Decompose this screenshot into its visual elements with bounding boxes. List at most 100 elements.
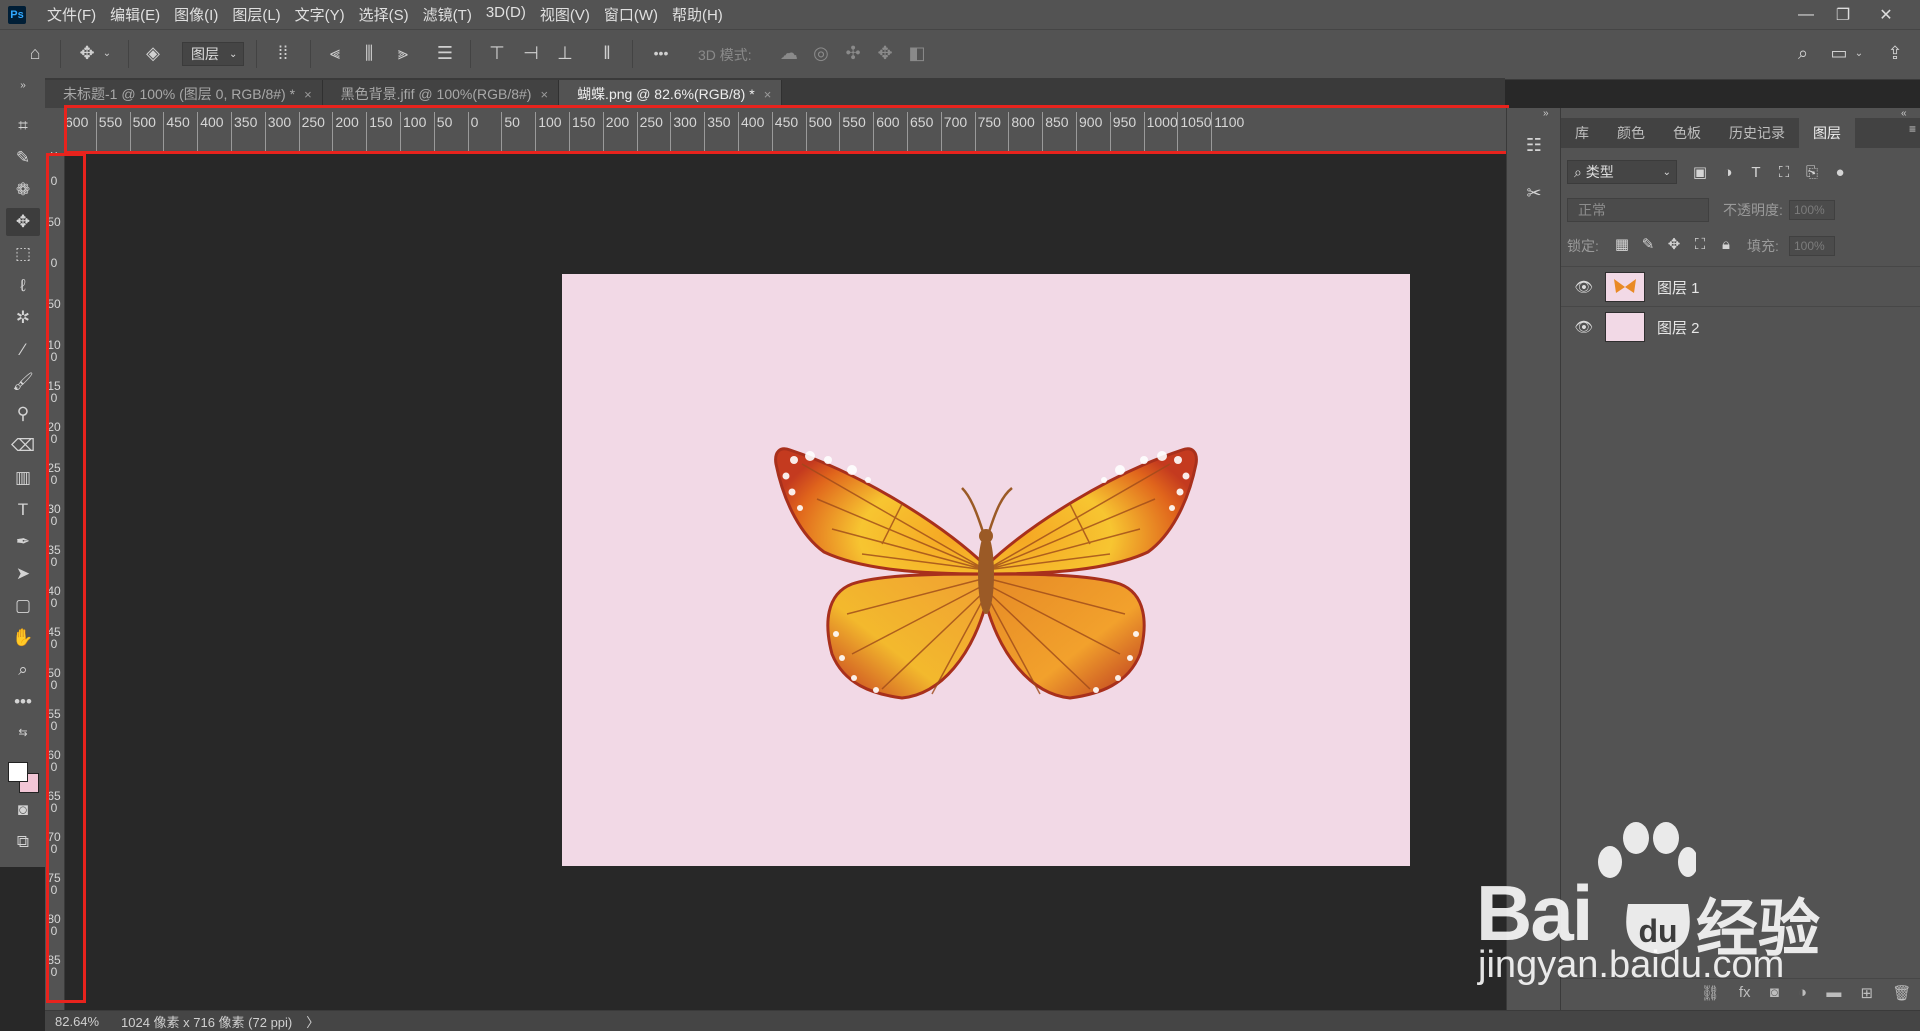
chevron-down-icon[interactable]: ⌄ (1852, 40, 1866, 66)
auto-select-icon[interactable]: ◈ (140, 40, 166, 66)
panel-tab[interactable]: 库 (1561, 118, 1603, 148)
move-tool-icon[interactable]: ✥ (6, 208, 40, 236)
transform-controls-icon[interactable]: ⁞⁞ (270, 40, 296, 66)
shape-filter-icon[interactable]: ⛶ (1773, 162, 1795, 182)
3d-roll-icon[interactable]: ◎ (808, 40, 834, 66)
quick-mask-icon[interactable]: ◙ (6, 796, 40, 824)
document-tab[interactable]: 黑色背景.jfif @ 100%(RGB/8#) × (322, 80, 560, 108)
horizontal-ruler[interactable]: 600 550 500 450 400 350 300 250 200 150 100 50 0 50 10… (64, 108, 1506, 153)
lock-artboard-icon[interactable]: ⛶ (1689, 234, 1711, 254)
distribute-icon[interactable]: ☰ (432, 40, 458, 66)
filter-toggle-icon[interactable]: ● (1829, 162, 1851, 182)
panel-tab[interactable]: 历史记录 (1715, 118, 1799, 148)
gradient-tool-icon[interactable]: ▥ (6, 464, 40, 492)
document-tab[interactable]: 蝴蝶.png @ 82.6%(RGB/8) * × (559, 80, 783, 108)
close-icon[interactable]: × (764, 87, 772, 102)
menu-item[interactable]: 编辑(E) (103, 4, 167, 25)
3d-pan-icon[interactable]: ✣ (840, 40, 866, 66)
layer-row[interactable]: 👁︎ 图层 2 (1561, 306, 1920, 347)
healing-brush-icon[interactable]: ✎ (6, 144, 40, 172)
smart-object-filter-icon[interactable]: ⎘ (1801, 162, 1823, 182)
minimize-button[interactable]: — (1788, 0, 1824, 29)
marquee-tool-icon[interactable]: ⬚ (6, 240, 40, 268)
eyedropper-icon[interactable]: ⁄ (6, 336, 40, 364)
align-middle-icon[interactable]: ⊣ (518, 40, 544, 66)
lasso-tool-icon[interactable]: ℓ (6, 272, 40, 300)
document-canvas[interactable] (562, 274, 1410, 866)
workspace-icon[interactable]: ▭ (1826, 40, 1852, 66)
magic-wand-icon[interactable]: ✲ (6, 304, 40, 332)
clone-stamp-icon[interactable]: ⚲ (6, 400, 40, 428)
3d-orbit-icon[interactable]: ☁ (776, 40, 802, 66)
opacity-field[interactable]: 100% (1789, 200, 1835, 220)
adjustments-icon[interactable]: ✂ (1519, 178, 1549, 208)
align-right-icon[interactable]: ⫸ (390, 40, 416, 66)
chevron-down-icon[interactable]: ⌄ (100, 40, 114, 66)
eraser-tool-icon[interactable]: ⌫ (6, 432, 40, 460)
menu-item[interactable]: 帮助(H) (665, 4, 730, 25)
menu-item[interactable]: 窗口(W) (597, 4, 665, 25)
panel-tab[interactable]: 图层 (1799, 118, 1855, 148)
close-button[interactable]: ✕ (1868, 0, 1904, 29)
close-icon[interactable]: × (540, 87, 548, 102)
fill-field[interactable]: 100% (1789, 236, 1835, 256)
align-center-icon[interactable]: ⫼ (356, 40, 382, 66)
brush-tool-icon[interactable]: 🖌︎ (6, 368, 40, 396)
menu-item[interactable]: 视图(V) (533, 4, 597, 25)
panel-tab[interactable]: 颜色 (1603, 118, 1659, 148)
screen-mode-icon[interactable]: ⧉ (6, 828, 40, 856)
3d-scale-icon[interactable]: ◧ (904, 40, 930, 66)
adjustment-filter-icon[interactable]: ◑ (1717, 162, 1739, 182)
properties-icon[interactable]: ☷ (1519, 130, 1549, 160)
more-tools-icon[interactable]: ••• (6, 688, 40, 716)
align-bottom-icon[interactable]: ⊥ (552, 40, 578, 66)
menu-item[interactable]: 文件(F) (40, 4, 103, 25)
folder-icon[interactable]: ▬ (1826, 984, 1841, 1002)
lock-all-icon[interactable]: 🔒︎ (1715, 234, 1737, 254)
shape-tool-icon[interactable]: ▢ (6, 592, 40, 620)
hand-tool-icon[interactable]: ✋ (6, 624, 40, 652)
type-tool-icon[interactable]: T (6, 496, 40, 524)
blend-mode-dropdown[interactable]: 正常 (1567, 198, 1709, 222)
lock-position-icon[interactable]: ✥ (1663, 234, 1685, 254)
search-icon[interactable]: ⌕ (1790, 40, 1816, 66)
auto-select-dropdown[interactable]: 图层 ⌄ (182, 42, 244, 66)
menu-item[interactable]: 3D(D) (479, 4, 533, 25)
new-layer-icon[interactable]: ⊞ (1861, 984, 1874, 1002)
type-filter-icon[interactable]: T (1745, 162, 1767, 182)
restore-button[interactable]: ❐ (1825, 0, 1861, 29)
mask-icon[interactable]: ◙ (1770, 984, 1779, 1002)
ruler-origin[interactable] (45, 108, 64, 152)
swap-colors-icon[interactable]: ⇆ (6, 718, 40, 746)
menu-item[interactable]: 图像(I) (167, 4, 225, 25)
share-icon[interactable]: ⇪ (1882, 40, 1908, 66)
path-selection-icon[interactable]: ➤ (6, 560, 40, 588)
3d-slide-icon[interactable]: ✥ (872, 40, 898, 66)
menu-item[interactable]: 选择(S) (352, 4, 416, 25)
align-left-icon[interactable]: ⫷ (322, 40, 348, 66)
pen-tool-icon[interactable]: ✒ (6, 528, 40, 556)
trash-icon[interactable]: 🗑︎ (1892, 984, 1911, 1002)
close-icon[interactable]: × (304, 87, 312, 102)
eye-icon[interactable]: 👁︎ (1569, 318, 1599, 336)
move-tool-icon[interactable]: ✥ (74, 40, 100, 66)
layer-filter-dropdown[interactable]: ⌕ 类型 ⌄ (1567, 160, 1677, 184)
panel-tab[interactable]: 色板 (1659, 118, 1715, 148)
foreground-color-swatch[interactable] (8, 762, 28, 782)
lock-transparency-icon[interactable]: ▦ (1611, 234, 1633, 254)
menu-item[interactable]: 图层(L) (225, 4, 287, 25)
adjustment-layer-icon[interactable]: ◑ (1798, 984, 1807, 1002)
zoom-level[interactable]: 82.64% (55, 1014, 109, 1029)
align-top-icon[interactable]: ⊤ (484, 40, 510, 66)
vertical-ruler[interactable]: 1000500501001502002503003504004505005506… (45, 152, 65, 1010)
menu-item[interactable]: 文字(Y) (288, 4, 352, 25)
crop-tool-icon[interactable]: ⌗ (6, 112, 40, 140)
document-tab[interactable]: 未标题-1 @ 100% (图层 0, RGB/8#) * × (45, 80, 323, 108)
image-filter-icon[interactable]: ▣ (1689, 162, 1711, 182)
menu-item[interactable]: 滤镜(T) (416, 4, 479, 25)
panel-menu-icon[interactable]: ≡ (1909, 122, 1916, 136)
sponge-tool-icon[interactable]: ❁ (6, 176, 40, 204)
more-options-icon[interactable]: ••• (648, 40, 674, 66)
distribute-vertical-icon[interactable]: ‖ (594, 40, 620, 66)
home-icon[interactable]: ⌂ (22, 40, 48, 66)
